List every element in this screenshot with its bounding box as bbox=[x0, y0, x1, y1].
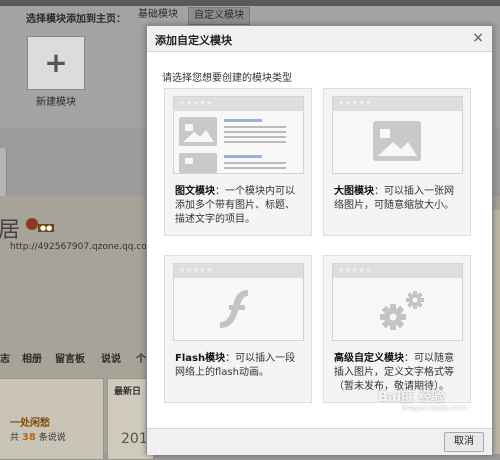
dialog-title: 添加自定义模块 bbox=[155, 34, 232, 47]
big-image-preview: ××××× bbox=[332, 96, 463, 174]
shuoshuo-title[interactable]: 一处闲愁 bbox=[10, 414, 50, 429]
advanced-preview: ××××× bbox=[332, 263, 463, 341]
new-module-button[interactable]: + bbox=[27, 36, 85, 90]
image-text-illustration bbox=[179, 117, 286, 173]
close-icon[interactable]: × bbox=[472, 30, 484, 46]
latest-blog-title: 最新日 bbox=[114, 387, 142, 397]
toolbar-label: 选择模块添加到主页： bbox=[26, 14, 126, 25]
blog-url[interactable]: http://492567907.qzone.qq.com bbox=[10, 242, 156, 252]
big-image-description: 大图模块：可以插入一张网络图片，可随意缩放大小。 bbox=[334, 186, 454, 211]
flash-preview: ××××× bbox=[173, 263, 304, 341]
top-strip bbox=[0, 0, 500, 6]
image-text-description: 图文模块：一个模块内可以添加多个带有图片、标题、描述文字的项目。 bbox=[175, 186, 295, 225]
card-flash-module[interactable]: ××××× Flash模块：可以插入一段网络上的flash动画。 bbox=[164, 255, 312, 403]
card-big-image-module[interactable]: ××××× 大图模块：可以插入一张网络图片，可随意缩放大小。 bbox=[323, 88, 471, 236]
level-badge: ●● bbox=[38, 224, 55, 232]
nav-item-profile[interactable]: 个 bbox=[136, 350, 146, 365]
nav-item-blog[interactable]: 志 bbox=[0, 350, 10, 365]
new-module-label: 新建模块 bbox=[36, 97, 76, 108]
card-image-text-module[interactable]: ××××× 图文模块：一个模块内可以添加多个带有图片、标题、描述文字的项目。 bbox=[164, 88, 312, 236]
nav-item-photos[interactable]: 相册 bbox=[22, 350, 42, 365]
blog-nav: 志 相册 留言板 说说 个 bbox=[0, 350, 146, 368]
latest-blog-year: 201 bbox=[121, 431, 148, 447]
gear-icon bbox=[380, 291, 424, 330]
dialog-prompt: 请选择您想要创建的模块类型 bbox=[162, 73, 292, 84]
cancel-button[interactable]: 取消 bbox=[444, 432, 484, 452]
plus-icon: + bbox=[44, 46, 68, 79]
flash-icon bbox=[220, 290, 248, 328]
shuoshuo-count: 共 38 条说说 bbox=[10, 432, 66, 443]
apple-icon bbox=[26, 218, 38, 230]
baidu-watermark: Bai度 经验 jingyan.baidu.com bbox=[378, 390, 467, 412]
tab-basic-modules[interactable]: 基础模块 bbox=[133, 7, 183, 23]
flash-description: Flash模块：可以插入一段网络上的flash动画。 bbox=[175, 353, 296, 378]
left-edge-panel bbox=[0, 148, 7, 196]
image-text-preview: ××××× bbox=[173, 96, 304, 174]
card-advanced-custom-module[interactable]: ××××× 高级自定义模块：可以随意插入图片，定义文字格式等（暂未发布，敬请期待… bbox=[323, 255, 471, 403]
image-icon bbox=[373, 121, 421, 161]
nav-item-shuoshuo[interactable]: 说说 bbox=[101, 350, 121, 365]
dialog-header: 添加自定义模块 × bbox=[147, 26, 492, 52]
nav-item-guestbook[interactable]: 留言板 bbox=[55, 350, 85, 365]
dialog-footer: 取消 bbox=[147, 428, 492, 455]
tab-custom-modules[interactable]: 自定义模块 bbox=[188, 7, 250, 25]
blog-title: 居 bbox=[0, 218, 21, 243]
